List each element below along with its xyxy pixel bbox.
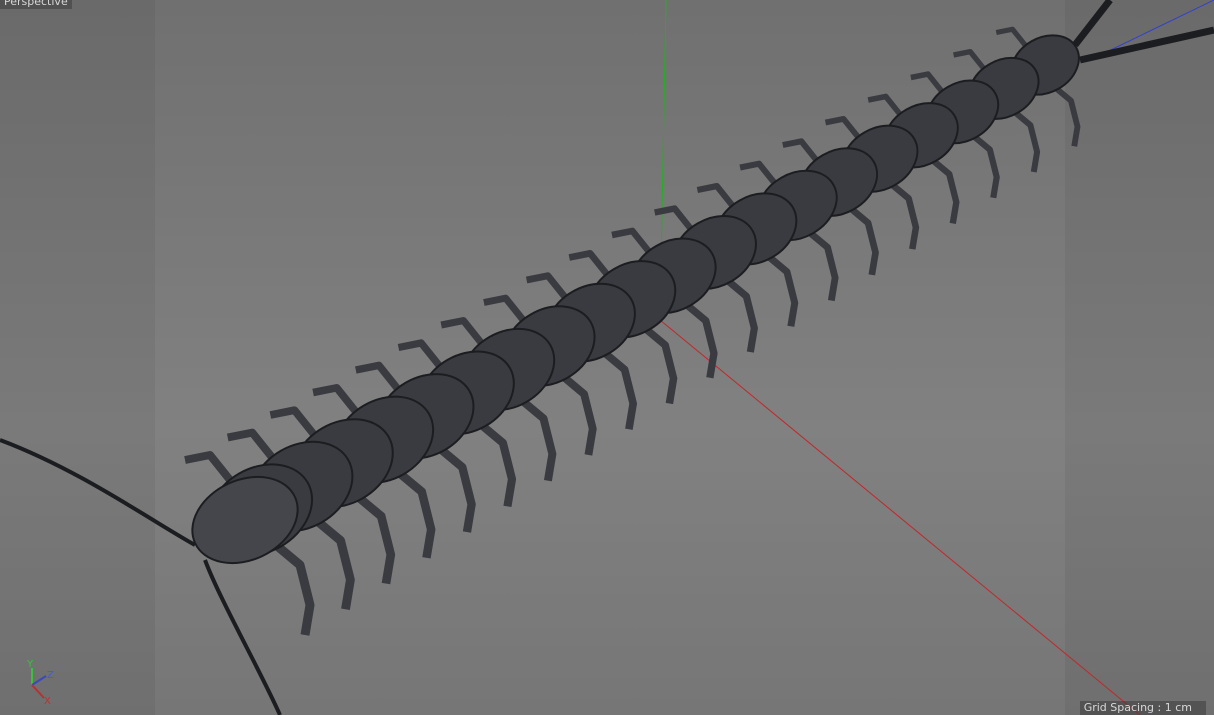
leg — [397, 339, 443, 368]
leg — [1008, 106, 1041, 173]
leg — [720, 273, 758, 353]
axis-gizmo: Y Z X — [26, 659, 54, 707]
leg — [953, 48, 986, 71]
leg — [696, 182, 735, 208]
leg — [654, 205, 694, 231]
leg — [568, 249, 610, 277]
leg — [596, 345, 637, 430]
leg — [312, 383, 359, 414]
leg — [884, 177, 920, 250]
leg — [637, 321, 678, 405]
leg — [843, 201, 879, 276]
leg — [967, 130, 1000, 199]
gizmo-z-label: Z — [47, 670, 54, 681]
centipede-mesh[interactable] — [0, 0, 1214, 715]
leg — [926, 153, 960, 224]
leg — [802, 225, 839, 302]
gizmo-x-label: X — [44, 696, 51, 707]
leg — [514, 393, 557, 482]
x-axis-line — [659, 319, 1141, 715]
grid-spacing-label: Grid Spacing : 1 cm — [1079, 701, 1206, 715]
leg — [184, 451, 234, 483]
antenna-left — [0, 438, 196, 547]
gizmo-y-label: Y — [26, 659, 34, 670]
leg — [440, 316, 484, 346]
leg — [1049, 82, 1081, 147]
leg — [761, 249, 799, 327]
leg — [611, 227, 652, 254]
leg — [678, 297, 718, 379]
leg — [269, 406, 317, 437]
leg — [226, 428, 275, 460]
leg — [995, 26, 1028, 48]
leg — [267, 536, 315, 636]
3d-viewport[interactable]: Y Z X Perspective Grid Spacing : 1 cm — [0, 0, 1214, 715]
leg — [910, 71, 944, 93]
leg — [349, 488, 396, 585]
leg — [782, 138, 819, 162]
leg — [355, 361, 401, 391]
leg — [555, 369, 597, 456]
leg — [867, 93, 903, 116]
leg — [483, 294, 526, 323]
leg — [739, 160, 777, 185]
leg — [308, 512, 355, 611]
leg — [473, 416, 517, 508]
antenna-right — [203, 559, 282, 715]
rear-appendage — [1072, 0, 1113, 48]
leg — [525, 272, 568, 300]
rear-appendage — [1079, 26, 1214, 64]
leg — [431, 440, 476, 533]
scene-canvas[interactable]: Y Z X — [0, 0, 1214, 715]
camera-label[interactable]: Perspective — [0, 0, 72, 9]
leg — [390, 464, 436, 559]
leg — [824, 115, 861, 139]
